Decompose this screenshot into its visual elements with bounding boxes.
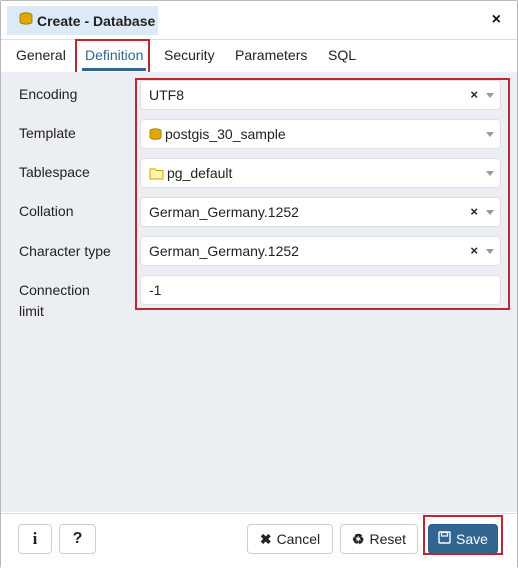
info-button[interactable]: i (18, 524, 52, 554)
create-database-dialog: Create - Database × General Definition S… (0, 0, 518, 568)
tab-sql[interactable]: SQL (328, 40, 356, 71)
dialog-header: Create - Database × (1, 1, 517, 39)
info-icon: i (32, 529, 38, 548)
template-label: Template (19, 125, 76, 141)
connection-limit-label-line2: limit (19, 303, 44, 319)
tab-parameters[interactable]: Parameters (235, 40, 307, 71)
definition-tab-highlight (75, 39, 150, 74)
close-icon: ✖ (259, 530, 272, 547)
connection-limit-label-line1: Connection (19, 282, 90, 298)
save-button-highlight (423, 515, 503, 555)
encoding-label: Encoding (19, 86, 78, 102)
close-icon[interactable]: × (492, 10, 501, 30)
cancel-button[interactable]: ✖ Cancel (247, 524, 333, 554)
tablespace-label: Tablespace (19, 164, 90, 180)
tab-security[interactable]: Security (164, 40, 215, 71)
reset-label: Reset (369, 531, 407, 547)
tab-general[interactable]: General (16, 40, 66, 71)
collation-label: Collation (19, 203, 74, 219)
recycle-icon: ♻ (351, 530, 365, 547)
help-button[interactable]: ? (59, 524, 96, 554)
database-icon (19, 12, 33, 29)
dialog-title: Create - Database (37, 12, 156, 29)
reset-button[interactable]: ♻ Reset (340, 524, 418, 554)
question-icon: ? (72, 530, 83, 547)
connection-limit-label: Connection limit (19, 280, 90, 322)
character-type-label: Character type (19, 243, 111, 259)
fields-highlight (135, 78, 510, 310)
cancel-label: Cancel (276, 531, 321, 547)
dialog-title-bar[interactable]: Create - Database (7, 6, 158, 35)
